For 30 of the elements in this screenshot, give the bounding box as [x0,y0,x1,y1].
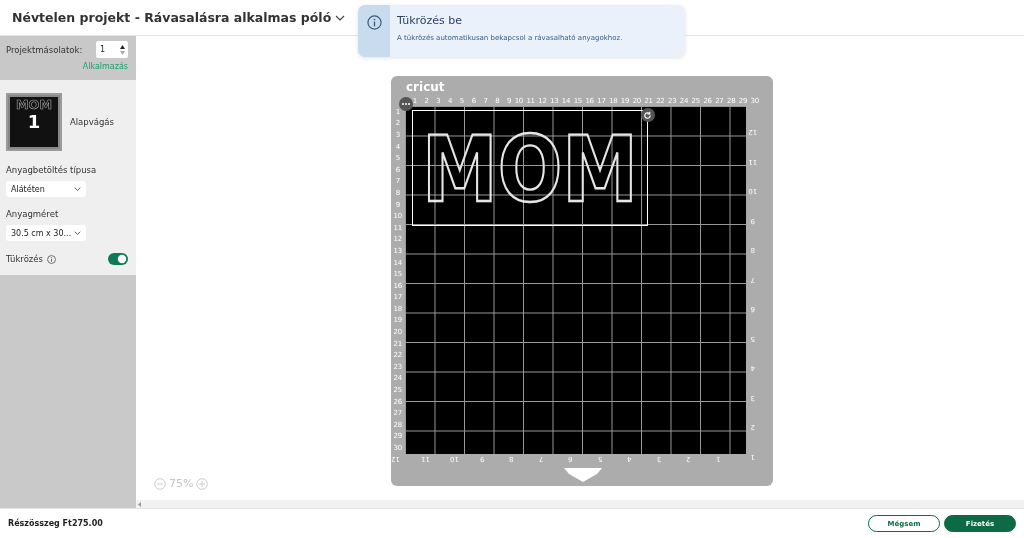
design-thumbnail-drawing: MOM [14,97,54,111]
brand-logo: cricut [406,79,446,96]
mat-label: Alapvágás [69,117,114,127]
load-type-label: Anyagbetöltés típusa [6,165,98,175]
notification-title: Tükrözés be [397,14,464,27]
mat-number: 1 [27,111,41,133]
info-icon [46,254,56,264]
zoom-out-icon[interactable] [154,477,166,490]
mat-thumbnail[interactable]: MOM 1 [6,93,62,151]
scroll-left-icon[interactable] [138,501,142,507]
copies-field[interactable]: 1 [96,41,128,58]
material-size-select[interactable]: 30.5 cm x 30... [6,225,86,241]
horizontal-scrollbar[interactable] [136,500,1024,508]
project-title: Névtelen projekt - Rávasalásra alkalmas póló [12,10,332,25]
load-type-select[interactable]: Alátéten [6,181,86,197]
copies-label: Projektmásolatok: [6,44,83,55]
mirror-toggle[interactable] [108,253,128,265]
mirror-label: Tükrözés [6,254,43,264]
zoom-in-icon[interactable] [196,477,209,490]
zoom-level: 75% [169,477,194,490]
chevron-down-icon [74,230,81,236]
info-icon [366,15,382,30]
more-icon[interactable] [398,97,413,111]
subtotal: Részösszeg Ft275.00 [8,519,103,528]
material-size-label: Anyagméret [6,209,60,219]
chevron-down-icon [335,14,346,21]
mat-pull-tab-drawing[interactable] [561,468,604,482]
chevron-down-icon [74,186,81,192]
rotate-icon[interactable] [640,108,655,122]
spinner-icon[interactable] [120,44,125,55]
